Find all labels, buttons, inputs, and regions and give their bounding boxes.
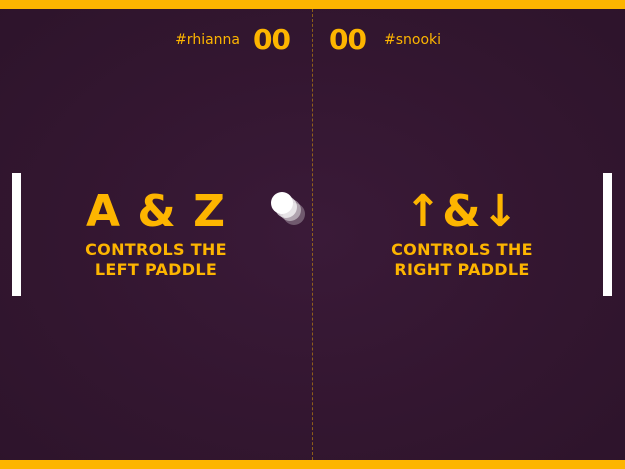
left-player-score: 00	[253, 23, 291, 56]
right-player-name: #snooki	[384, 32, 442, 48]
right-controls-line2: RIGHT PADDLE	[394, 260, 530, 279]
left-controls-hint: A & Z CONTROLS THE LEFT PADDLE	[36, 186, 276, 280]
left-paddle[interactable]	[12, 173, 21, 296]
right-player-score: 00	[329, 23, 367, 56]
left-player-name: #rhianna	[175, 32, 240, 48]
left-controls-line1: CONTROLS THE	[85, 240, 227, 259]
bottom-wall	[0, 460, 625, 469]
left-controls-line2: LEFT PADDLE	[94, 260, 218, 279]
right-paddle[interactable]	[603, 173, 612, 296]
center-net	[312, 9, 313, 460]
top-wall	[0, 0, 625, 9]
ball	[271, 192, 293, 214]
right-controls-hint: ↑&↓ CONTROLS THE RIGHT PADDLE	[342, 186, 582, 280]
pong-game-board[interactable]: #rhianna 00 00 #snooki A & Z CONTROLS TH…	[0, 0, 625, 469]
left-controls-keys: A & Z	[86, 186, 226, 237]
right-controls-line1: CONTROLS THE	[391, 240, 533, 259]
right-controls-keys: ↑&↓	[404, 186, 520, 237]
